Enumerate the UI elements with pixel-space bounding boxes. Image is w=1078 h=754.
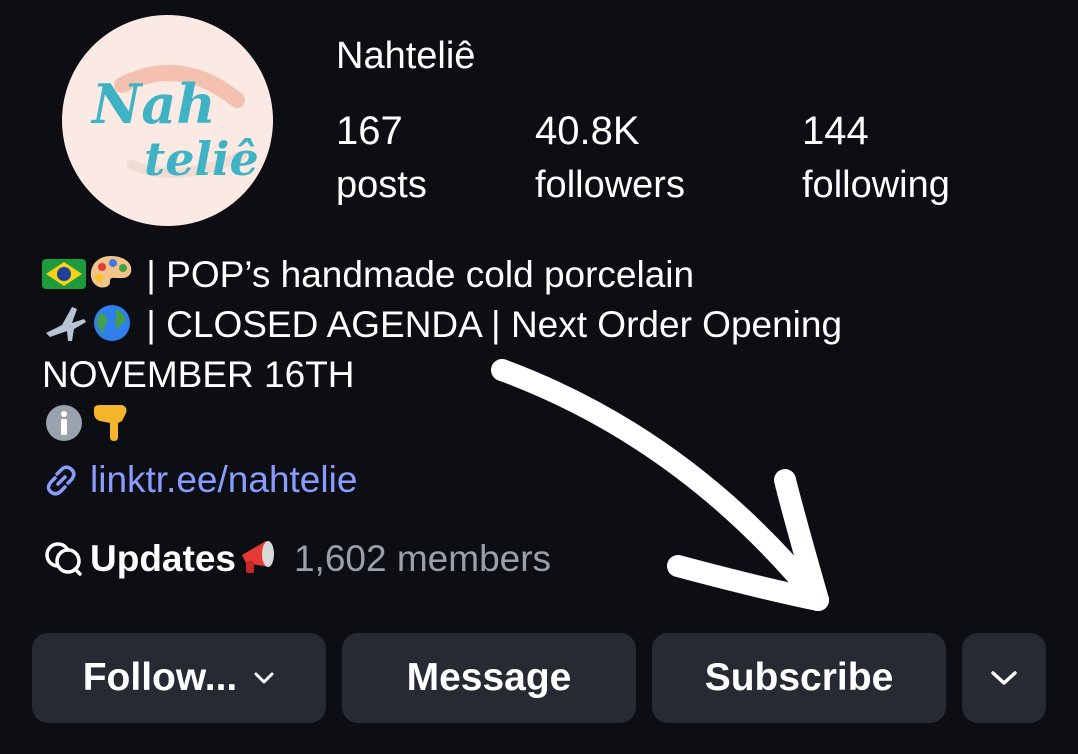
bio-line-2: | CLOSED AGENDA | Next Order Opening xyxy=(42,300,1042,350)
link-icon xyxy=(46,465,76,496)
bio-line-1: | POP’s handmade cold porcelain xyxy=(42,250,1042,300)
avatar-logo: Nah teliê xyxy=(90,65,259,186)
follow-button-label: Follow... xyxy=(82,656,238,699)
bio-line-3: NOVEMBER 16TH xyxy=(42,354,355,395)
chevron-down-icon xyxy=(254,672,274,684)
broadcast-channel-icon xyxy=(45,542,82,576)
posts-count: 167 xyxy=(336,109,403,153)
message-button-label: Message xyxy=(406,656,572,699)
avatar-text-line2: teliê xyxy=(144,132,259,186)
followers-count: 40.8K xyxy=(535,109,640,153)
posts-stat[interactable]: 167 posts xyxy=(336,108,427,208)
information-emoji xyxy=(46,405,82,441)
megaphone-emoji xyxy=(241,541,274,573)
channel-name: Updates xyxy=(90,538,236,579)
posts-label: posts xyxy=(336,164,427,206)
chevron-down-icon xyxy=(991,671,1017,685)
bio-link-text[interactable]: linktr.ee/nahtelie xyxy=(90,459,357,500)
airplane-emoji xyxy=(46,307,86,341)
channel-members: 1,602 members xyxy=(293,538,552,579)
followers-label: followers xyxy=(535,164,685,206)
broadcast-channel[interactable]: Updates 1,602 members xyxy=(42,534,551,584)
profile-avatar[interactable]: Nah teliê xyxy=(62,15,273,226)
profile-username: Nahteliê xyxy=(336,35,476,77)
bio-link[interactable]: linktr.ee/nahtelie xyxy=(42,455,357,505)
artist-palette-emoji xyxy=(90,256,132,288)
followers-stat[interactable]: 40.8K followers xyxy=(535,108,685,208)
bio-line-1-text: | POP’s handmade cold porcelain xyxy=(146,254,695,295)
brazil-flag-emoji xyxy=(42,259,86,289)
globe-emoji xyxy=(94,305,130,341)
following-dropdown-button[interactable]: Follow... xyxy=(32,633,326,723)
following-stat[interactable]: 144 following xyxy=(802,108,950,208)
following-label: following xyxy=(802,164,950,206)
profile-bio: | POP’s handmade cold porcelain | CLOSED… xyxy=(42,250,1042,450)
pointing-down-emoji xyxy=(94,405,127,441)
message-button[interactable]: Message xyxy=(342,633,636,723)
bio-line-2-text: | CLOSED AGENDA | Next Order Opening xyxy=(146,304,843,345)
avatar-text-line1: Nah xyxy=(90,72,216,136)
following-count: 144 xyxy=(802,109,869,153)
suggested-accounts-button[interactable] xyxy=(962,633,1046,723)
subscribe-button-label: Subscribe xyxy=(704,656,894,699)
bio-line-4 xyxy=(42,400,1042,450)
subscribe-button[interactable]: Subscribe xyxy=(652,633,946,723)
